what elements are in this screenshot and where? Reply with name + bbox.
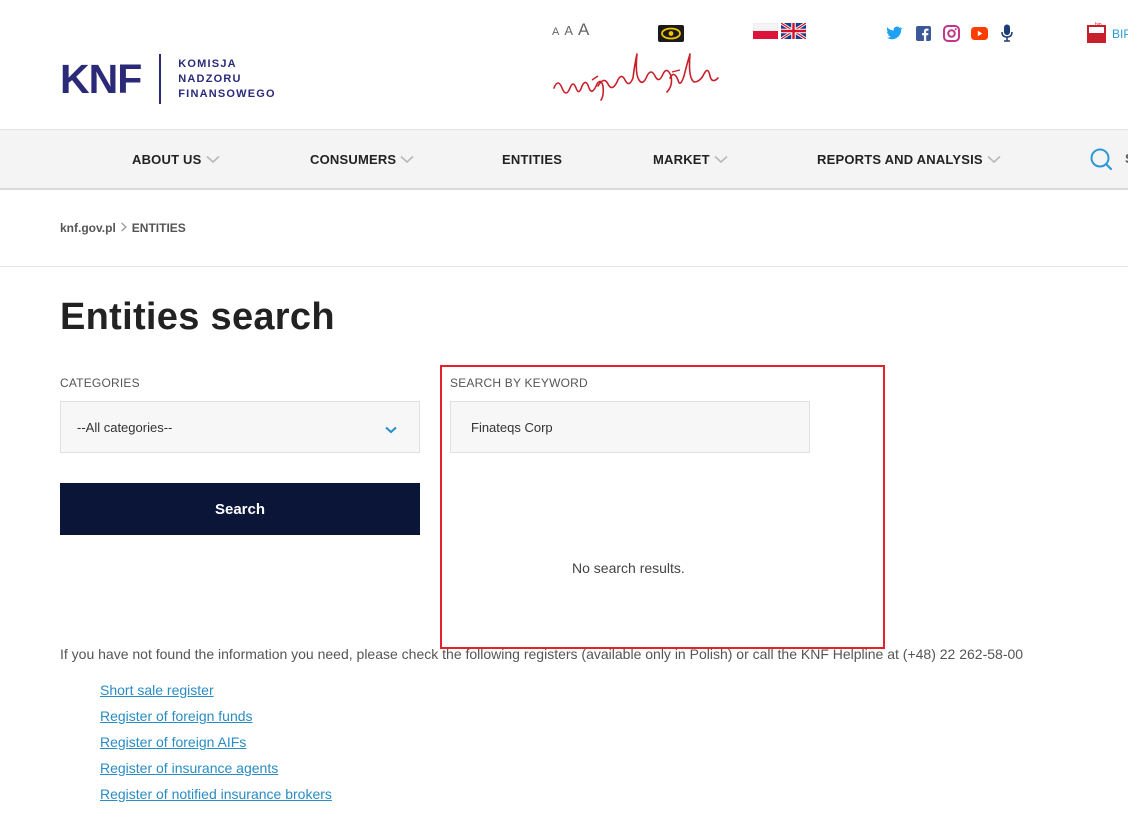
list-item: Register of foreign funds	[100, 708, 332, 734]
flag-uk-icon[interactable]	[780, 21, 807, 41]
registers-list: Short sale register Register of foreign …	[100, 682, 332, 812]
search-icon: S	[1090, 148, 1128, 171]
logo-text: KOMISJA NADZORU FINANSOWEGO	[178, 57, 276, 100]
page: KNF KOMISJA NADZORU FINANSOWEGO A A A bi…	[0, 0, 1128, 814]
categories-label: CATEGORIES	[60, 376, 140, 390]
keyword-label: SEARCH BY KEYWORD	[450, 376, 588, 390]
nav-item-label: MARKET	[653, 151, 710, 167]
nav-item-label: REPORTS AND ANALYSIS	[817, 151, 983, 167]
flag-pl-icon[interactable]	[752, 22, 779, 39]
bip-icon: bip	[1087, 22, 1106, 43]
site-header: KNF KOMISJA NADZORU FINANSOWEGO A A A bi…	[0, 0, 1128, 129]
font-size-switcher: A A A	[552, 20, 589, 40]
categories-select-value: --All categories--	[77, 419, 173, 435]
page-title: Entities search	[60, 296, 335, 338]
eye-icon[interactable]	[658, 25, 684, 42]
instagram-icon[interactable]	[942, 24, 960, 42]
chevron-down-icon	[205, 152, 220, 167]
foreign-funds-register-link[interactable]: Register of foreign funds	[100, 708, 253, 724]
svg-text:bip: bip	[1095, 22, 1102, 28]
foreign-aifs-register-link[interactable]: Register of foreign AIFs	[100, 734, 246, 750]
nav-item-market[interactable]: MARKET	[653, 130, 728, 188]
insurance-agents-register-link[interactable]: Register of insurance agents	[100, 760, 278, 776]
list-item: Short sale register	[100, 682, 332, 708]
search-button[interactable]: Search	[60, 483, 420, 535]
breadcrumb-current: ENTITIES	[131, 221, 186, 235]
list-item: Register of notified insurance brokers	[100, 786, 332, 812]
bip-label: BIP	[1112, 27, 1128, 41]
breadcrumb-home[interactable]: knf.gov.pl	[60, 221, 116, 235]
font-size-small[interactable]: A	[552, 26, 559, 38]
nav-item-consumers[interactable]: CONSUMERS	[310, 130, 414, 188]
knf-logo[interactable]: KNF KOMISJA NADZORU FINANSOWEGO	[60, 54, 276, 104]
categories-select[interactable]: --All categories--	[60, 401, 420, 453]
social-links	[886, 24, 1016, 42]
nav-item-about-us[interactable]: ABOUT US	[132, 130, 220, 188]
twitter-icon[interactable]	[886, 24, 904, 42]
nav-item-entities[interactable]: ENTITIES	[502, 130, 562, 188]
nav-item-label: CONSUMERS	[310, 151, 397, 167]
keyword-search-input[interactable]	[450, 401, 810, 453]
youtube-icon[interactable]	[970, 24, 988, 42]
facebook-icon[interactable]	[914, 24, 932, 42]
chevron-down-icon	[987, 152, 1001, 167]
main-nav: ABOUT US CONSUMERS ENTITIES MARKET REPOR…	[0, 129, 1128, 190]
nav-item-reports-and-analysis[interactable]: REPORTS AND ANALYSIS	[817, 130, 1001, 188]
niepodlegla-logo[interactable]	[552, 50, 742, 115]
chevron-down-icon	[400, 152, 414, 167]
logo-divider	[159, 54, 162, 104]
breadcrumb: knf.gov.pl ENTITIES	[60, 221, 186, 235]
chevron-down-icon	[385, 422, 397, 437]
font-size-large[interactable]: A	[578, 20, 589, 40]
chevron-right-icon	[120, 221, 128, 235]
microphone-icon[interactable]	[998, 24, 1016, 42]
list-item: Register of insurance agents	[100, 760, 332, 786]
logo-mark: KNF	[60, 56, 142, 102]
bip-link[interactable]: bip BIP	[1087, 22, 1128, 46]
nav-item-label: ABOUT US	[132, 151, 202, 167]
short-sale-register-link[interactable]: Short sale register	[100, 682, 214, 698]
nav-item-label: ENTITIES	[502, 151, 563, 167]
font-size-medium[interactable]: A	[564, 23, 573, 38]
no-results-message: No search results.	[572, 560, 685, 576]
list-item: Register of foreign AIFs	[100, 734, 332, 760]
helpline-info-text: If you have not found the information yo…	[60, 646, 1024, 662]
insurance-brokers-register-link[interactable]: Register of notified insurance brokers	[100, 786, 332, 802]
chevron-down-icon	[714, 152, 728, 167]
breadcrumb-divider	[0, 266, 1128, 267]
nav-search-button[interactable]: S	[1089, 148, 1128, 177]
